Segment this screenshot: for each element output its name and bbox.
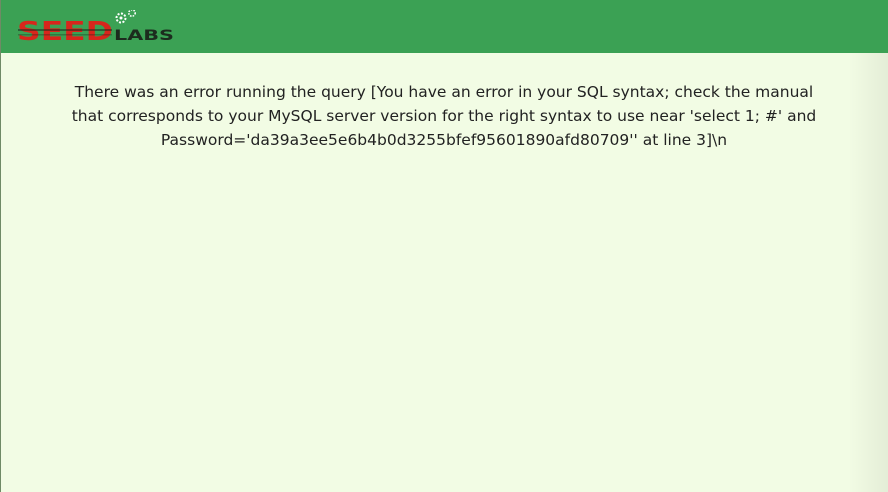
top-navbar: SEED LABS xyxy=(1,0,888,53)
main-content: There was an error running the query [Yo… xyxy=(1,53,888,492)
browser-page: SEED LABS There was an error running the… xyxy=(0,0,888,492)
logo-stripe xyxy=(18,34,112,36)
logo-stripe xyxy=(18,29,112,31)
seed-labs-logo-graphic: SEED LABS xyxy=(17,10,174,44)
seed-labs-logo[interactable]: SEED LABS xyxy=(17,10,177,44)
sql-error-message: There was an error running the query [Yo… xyxy=(71,83,817,149)
gear-icon xyxy=(128,10,136,17)
logo-labs-text: LABS xyxy=(114,28,174,44)
gear-icon xyxy=(115,12,127,24)
